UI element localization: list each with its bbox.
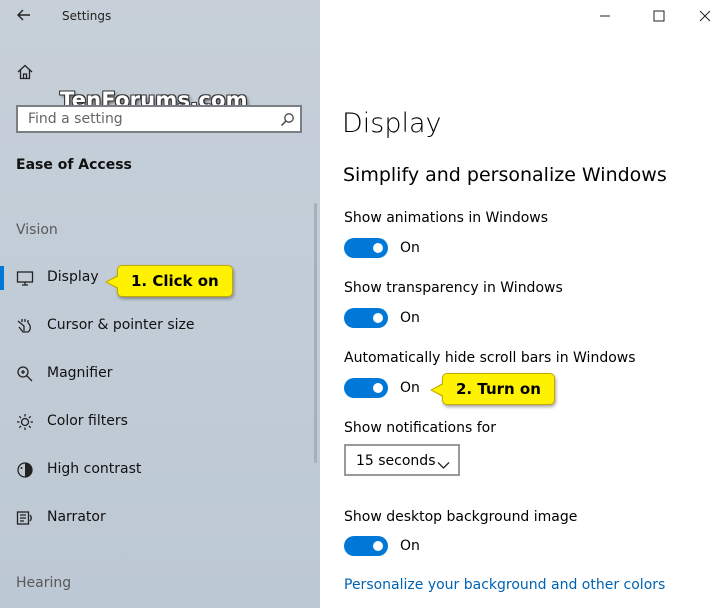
maximize-icon <box>653 10 665 22</box>
category-title: Ease of Access <box>16 157 132 173</box>
maximize-button[interactable] <box>636 0 682 32</box>
sidebar-scrollbar[interactable] <box>314 203 317 463</box>
high-contrast-icon <box>16 461 34 479</box>
sidebar-item-label: Color filters <box>47 413 128 429</box>
sidebar-item-magnifier[interactable]: Magnifier <box>0 354 318 394</box>
close-button[interactable] <box>682 0 728 32</box>
notifications-dropdown[interactable]: 15 seconds <box>344 444 460 476</box>
toggle-knob <box>373 383 383 393</box>
sidebar: Settings TenForums.com Ease of Access Vi… <box>0 0 320 608</box>
scrollbars-state: On <box>400 380 420 396</box>
page-title: Display <box>342 108 442 139</box>
background-state: On <box>400 538 420 554</box>
search-box[interactable] <box>16 105 302 133</box>
animations-state: On <box>400 240 420 256</box>
minimize-button[interactable] <box>582 0 628 32</box>
section-subheading: Simplify and personalize Windows <box>343 164 667 186</box>
back-arrow-icon[interactable] <box>15 4 35 26</box>
sidebar-item-label: Narrator <box>47 509 106 525</box>
sidebar-item-label: Cursor & pointer size <box>47 317 195 333</box>
transparency-label: Show transparency in Windows <box>344 280 563 296</box>
monitor-icon <box>16 269 34 287</box>
chevron-down-icon <box>437 455 450 469</box>
home-icon[interactable] <box>16 63 34 81</box>
notifications-label: Show notifications for <box>344 420 496 436</box>
scrollbars-toggle[interactable] <box>344 378 388 398</box>
window-title: Settings <box>62 9 112 23</box>
sidebar-item-label: Magnifier <box>47 365 113 381</box>
toggle-knob <box>373 541 383 551</box>
toggle-knob <box>373 313 383 323</box>
toggle-knob <box>373 243 383 253</box>
search-icon[interactable] <box>280 112 295 127</box>
section-label-vision: Vision <box>16 222 58 238</box>
sidebar-item-label: Display <box>47 269 99 285</box>
sidebar-item-label: High contrast <box>47 461 142 477</box>
narrator-icon <box>16 509 34 527</box>
callout-turn-on: 2. Turn on <box>430 373 555 405</box>
callout-click-on: 1. Click on <box>105 265 233 297</box>
cursor-icon <box>16 317 34 335</box>
close-icon <box>699 10 711 22</box>
color-filter-icon <box>16 413 34 431</box>
dropdown-value: 15 seconds <box>356 453 436 469</box>
section-label-hearing: Hearing <box>16 575 72 591</box>
personalize-link[interactable]: Personalize your background and other co… <box>344 577 665 593</box>
selected-indicator <box>0 266 4 290</box>
scrollbars-label: Automatically hide scroll bars in Window… <box>344 350 636 366</box>
magnifier-icon <box>16 365 34 383</box>
animations-label: Show animations in Windows <box>344 210 549 226</box>
sidebar-item-color-filters[interactable]: Color filters <box>0 402 318 442</box>
minimize-icon <box>600 15 610 17</box>
transparency-state: On <box>400 310 420 326</box>
sidebar-item-narrator[interactable]: Narrator <box>0 498 318 538</box>
search-input[interactable] <box>28 111 268 127</box>
sidebar-item-cursor[interactable]: Cursor & pointer size <box>0 306 318 346</box>
background-toggle[interactable] <box>344 536 388 556</box>
transparency-toggle[interactable] <box>344 308 388 328</box>
animations-toggle[interactable] <box>344 238 388 258</box>
sidebar-item-high-contrast[interactable]: High contrast <box>0 450 318 490</box>
main-content: Display Simplify and personalize Windows… <box>320 0 728 608</box>
background-label: Show desktop background image <box>344 509 578 525</box>
